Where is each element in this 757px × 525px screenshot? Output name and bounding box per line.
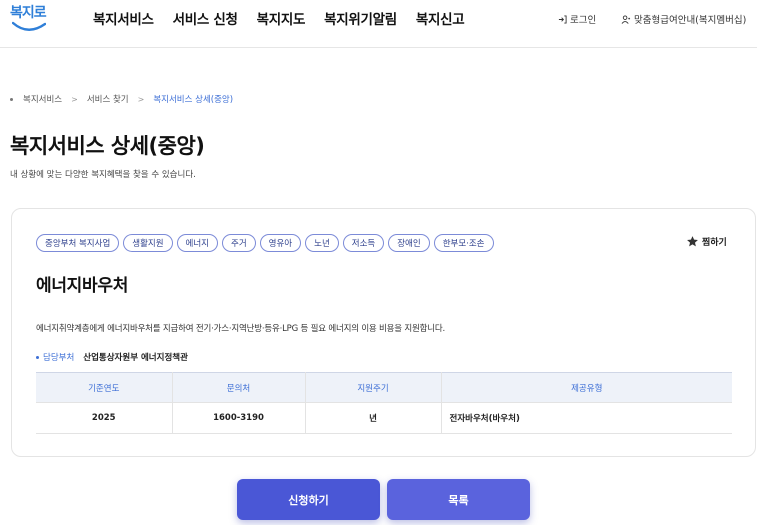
apply-button[interactable]: 신청하기 bbox=[237, 479, 380, 520]
nav-welfare-report[interactable]: 복지신고 bbox=[416, 8, 465, 28]
tag-housing[interactable]: 주거 bbox=[222, 234, 256, 252]
service-info-table: 기준연도 문의처 지원주기 제공유형 2025 1600-3190 년 전자바우… bbox=[36, 372, 732, 434]
service-title: 에너지바우처 bbox=[36, 276, 129, 296]
nav-crisis-alert[interactable]: 복지위기알림 bbox=[324, 8, 397, 28]
benefit-guide-label: 맞춤형급여안내(복지멤버십) bbox=[634, 15, 747, 26]
cell-contact: 1600-3190 bbox=[172, 402, 306, 434]
department-value: 산업통상자원부 에너지정책관 bbox=[83, 353, 188, 363]
breadcrumb-item-current: 복지서비스 상세(중앙) bbox=[153, 95, 234, 105]
breadcrumb-home-dot-icon[interactable] bbox=[10, 97, 13, 101]
department-info: 담당부처 산업통상자원부 에너지정책관 bbox=[36, 351, 188, 363]
user-icon bbox=[621, 14, 631, 24]
service-detail-card: 중앙부처 복지사업 생활지원 에너지 주거 영유아 노년 저소득 장애인 한부모… bbox=[11, 208, 756, 457]
service-description: 에너지취약계층에게 에너지바우처를 지급하여 전기·가스·지역난방·등유·LPG… bbox=[36, 324, 446, 334]
table-row: 2025 1600-3190 년 전자바우처(바우처) bbox=[36, 402, 732, 434]
department-label: 담당부처 bbox=[43, 353, 75, 363]
benefit-guide-link[interactable]: 맞춤형급여안내(복지멤버십) bbox=[621, 12, 746, 26]
login-link[interactable]: 로그인 bbox=[558, 12, 596, 26]
service-tags: 중앙부처 복지사업 생활지원 에너지 주거 영유아 노년 저소득 장애인 한부모… bbox=[36, 234, 498, 252]
chevron-right-icon: > bbox=[137, 94, 145, 104]
tag-elderly[interactable]: 노년 bbox=[305, 234, 339, 252]
logo-text: 복지로 bbox=[10, 5, 47, 21]
tag-central-ministry[interactable]: 중앙부처 복지사업 bbox=[36, 234, 120, 252]
table-header-row: 기준연도 문의처 지원주기 제공유형 bbox=[36, 372, 732, 403]
cell-base-year: 2025 bbox=[36, 402, 173, 434]
star-icon bbox=[687, 236, 698, 247]
list-button[interactable]: 목록 bbox=[387, 479, 530, 520]
cell-provision-type: 전자바우처(바우처) bbox=[441, 402, 732, 434]
main-nav: 복지서비스 서비스 신청 복지지도 복지위기알림 복지신고 bbox=[93, 8, 483, 28]
nav-welfare-map[interactable]: 복지지도 bbox=[257, 8, 306, 28]
nav-welfare-service[interactable]: 복지서비스 bbox=[93, 8, 154, 28]
table-header-support-cycle: 지원주기 bbox=[305, 372, 442, 403]
breadcrumb-item-service-search[interactable]: 서비스 찾기 bbox=[87, 93, 129, 105]
table-header-contact: 문의처 bbox=[172, 372, 306, 403]
nav-service-apply[interactable]: 서비스 신청 bbox=[173, 8, 238, 28]
breadcrumb: 복지서비스 > 서비스 찾기 > 복지서비스 상세(중앙) bbox=[10, 93, 233, 105]
tag-infant[interactable]: 영유아 bbox=[259, 234, 302, 252]
table-header-base-year: 기준연도 bbox=[36, 372, 173, 403]
logo-swoosh-icon bbox=[12, 21, 46, 31]
table-header-provision-type: 제공유형 bbox=[441, 372, 732, 403]
login-label: 로그인 bbox=[570, 15, 597, 26]
tag-living-support[interactable]: 생활지원 bbox=[123, 234, 173, 252]
page-title: 복지서비스 상세(중앙) bbox=[10, 134, 205, 158]
bullet-icon bbox=[36, 355, 39, 359]
bookmark-button[interactable]: 찜하기 bbox=[686, 235, 727, 248]
page-subtitle: 내 상황에 맞는 다양한 복지혜택을 찾을 수 있습니다. bbox=[10, 170, 196, 180]
breadcrumb-item-welfare-service[interactable]: 복지서비스 bbox=[23, 93, 62, 105]
tag-single-parent[interactable]: 한부모·조손 bbox=[433, 234, 494, 252]
login-icon bbox=[558, 14, 567, 24]
tag-energy[interactable]: 에너지 bbox=[176, 234, 219, 252]
bookmark-label: 찜하기 bbox=[702, 238, 727, 248]
cell-support-cycle: 년 bbox=[305, 402, 442, 434]
site-logo[interactable]: 복지로 bbox=[10, 2, 50, 36]
tag-low-income[interactable]: 저소득 bbox=[342, 234, 385, 252]
site-header: 복지로 복지서비스 서비스 신청 복지지도 복지위기알림 복지신고 로그인 맞춤… bbox=[0, 0, 757, 48]
chevron-right-icon: > bbox=[71, 94, 78, 104]
tag-disabled[interactable]: 장애인 bbox=[388, 234, 430, 252]
